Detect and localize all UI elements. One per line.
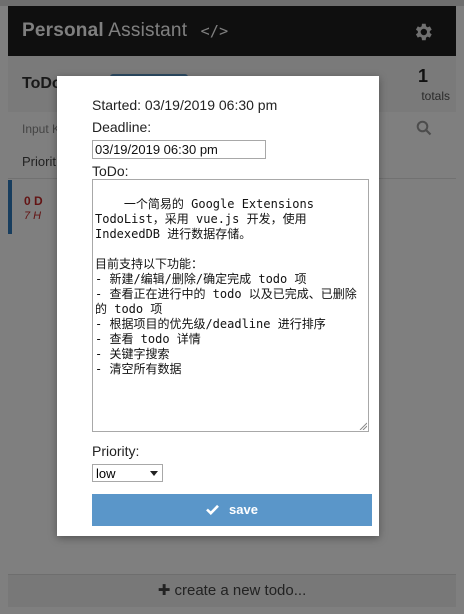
todo-textarea[interactable]: 一个简易的 Google Extensions TodoList，采用 vue.… <box>92 179 369 432</box>
chevron-down-icon <box>150 471 158 476</box>
resize-handle-icon[interactable] <box>359 422 367 430</box>
save-button[interactable]: save <box>92 494 372 526</box>
todo-text: 一个简易的 Google Extensions TodoList，采用 vue.… <box>95 197 357 376</box>
deadline-label: Deadline: <box>92 119 152 135</box>
priority-select[interactable]: low <box>92 464 163 482</box>
todo-detail-modal: Started: 03/19/2019 06:30 pm Deadline: 0… <box>57 76 379 536</box>
priority-select-value: low <box>96 466 116 481</box>
deadline-input[interactable]: 03/19/2019 06:30 pm <box>92 140 266 159</box>
check-icon <box>206 504 219 516</box>
todo-label: ToDo: <box>92 163 129 179</box>
save-label: save <box>229 502 258 517</box>
priority-label: Priority: <box>92 443 140 459</box>
started-text: Started: 03/19/2019 06:30 pm <box>92 97 278 113</box>
